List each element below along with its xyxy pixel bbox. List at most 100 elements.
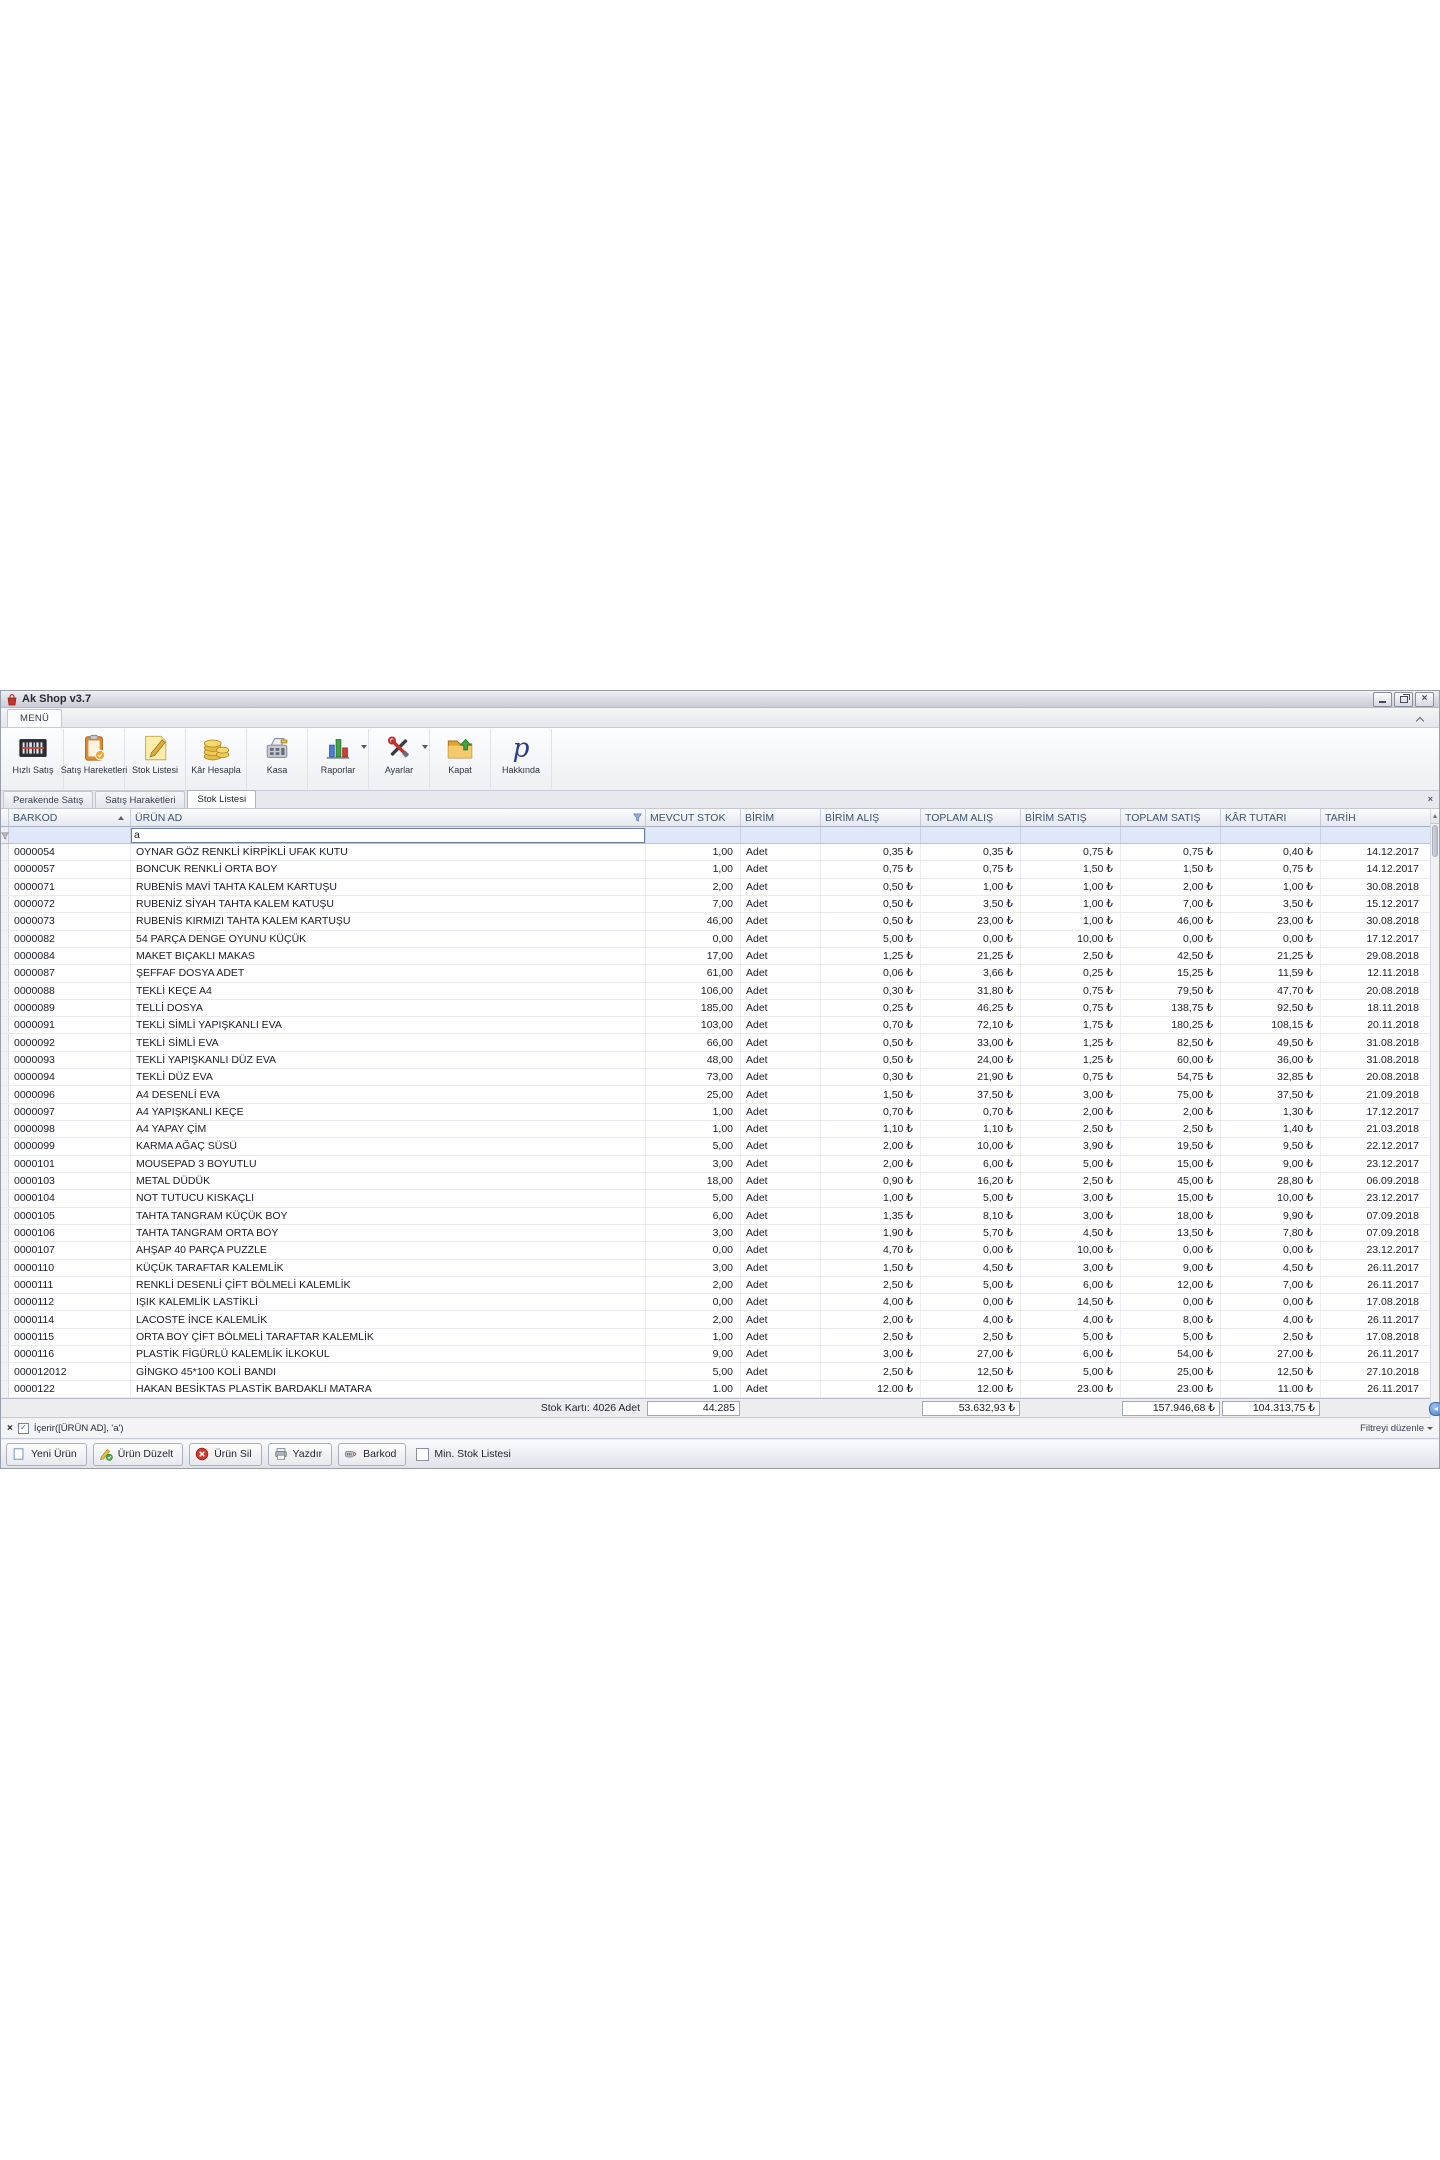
- table-row[interactable]: 0000111RENKLİ DESENLİ ÇİFT BÖLMELİ KALEM…: [1, 1277, 1439, 1294]
- yazdir-button[interactable]: Yazdır: [268, 1443, 333, 1466]
- cell-kar-tutari: 0,00 ₺: [1221, 1242, 1321, 1258]
- column-header-birim-alis[interactable]: BİRİM ALIŞ: [821, 809, 921, 826]
- menu-tab[interactable]: MENÜ: [7, 709, 62, 727]
- cell-mevcut-stok: 9,00: [646, 1346, 741, 1362]
- raporlar-button[interactable]: Raporlar: [308, 729, 369, 789]
- cell-urun-ad: MAKET BIÇAKLI MAKAS: [131, 948, 646, 964]
- table-row[interactable]: 000008254 PARÇA DENGE OYUNU KÜÇÜK0,00Ade…: [1, 931, 1439, 948]
- table-row[interactable]: 0000093TEKLİ YAPIŞKANLI DÜZ EVA48,00Adet…: [1, 1052, 1439, 1069]
- kar-hesapla-button[interactable]: Kâr Hesapla: [186, 729, 247, 789]
- table-row[interactable]: 0000094TEKLİ DÜZ EVA73,00Adet0,30 ₺21,90…: [1, 1069, 1439, 1086]
- table-row[interactable]: 0000096A4 DESENLİ EVA25,00Adet1,50 ₺37,5…: [1, 1086, 1439, 1103]
- table-row[interactable]: 0000073RUBENİS KIRMIZI TAHTA KALEM KARTU…: [1, 913, 1439, 930]
- table-row[interactable]: 0000098A4 YAPAY ÇİM1,00Adet1,10 ₺1,10 ₺2…: [1, 1121, 1439, 1138]
- filter-enabled-checkbox[interactable]: ✓: [18, 1423, 29, 1434]
- column-header-mevcut-stok[interactable]: MEVCUT STOK: [646, 809, 741, 826]
- table-row[interactable]: 0000107AHŞAP 40 PARÇA PUZZLE0,00Adet4,70…: [1, 1242, 1439, 1259]
- table-row[interactable]: 0000104NOT TUTUCU KISKAÇLI5,00Adet1,00 ₺…: [1, 1190, 1439, 1207]
- column-header-barkod[interactable]: BARKOD: [9, 809, 131, 826]
- column-header-toplam-satis[interactable]: TOPLAM SATIŞ: [1121, 809, 1221, 826]
- edit-filter-link[interactable]: Filtreyi düzenle: [1360, 1423, 1433, 1434]
- tab-satis-haraketleri[interactable]: Satış Haraketleri: [95, 791, 185, 808]
- kasa-button[interactable]: Kasa: [247, 729, 308, 789]
- table-row[interactable]: 0000106TAHTA TANGRAM ORTA BOY3,00Adet1,9…: [1, 1225, 1439, 1242]
- filter-cell-toplam-satis[interactable]: [1121, 827, 1221, 843]
- kapat-button[interactable]: Kapat: [430, 729, 491, 789]
- table-row[interactable]: 0000092TEKLİ SİMLİ EVA66,00Adet0,50 ₺33,…: [1, 1034, 1439, 1051]
- filter-cell-urun-ad[interactable]: [131, 827, 646, 843]
- table-row[interactable]: 0000072RUBENİZ SİYAH TAHTA KALEM KATUŞU7…: [1, 896, 1439, 913]
- restore-button[interactable]: [1394, 692, 1413, 707]
- yeni-urun-button[interactable]: Yeni Ürün: [6, 1443, 87, 1466]
- cell-birim-satis: 1,00 ₺: [1021, 913, 1121, 929]
- cell-kar-tutari: 10,00 ₺: [1221, 1190, 1321, 1206]
- minimize-button[interactable]: [1373, 692, 1392, 707]
- table-row[interactable]: 0000115ORTA BOY ÇİFT BÖLMELİ TARAFTAR KA…: [1, 1329, 1439, 1346]
- filter-cell-kar-tutari[interactable]: [1221, 827, 1321, 843]
- hakkinda-button[interactable]: pHakkında: [491, 729, 552, 789]
- table-row[interactable]: 0000054OYNAR GÖZ RENKLİ KİRPİKLİ UFAK KU…: [1, 844, 1439, 861]
- table-row[interactable]: 0000088TEKLİ KEÇE A4106,00Adet0,30 ₺31,8…: [1, 983, 1439, 1000]
- filter-funnel-icon[interactable]: [633, 813, 642, 822]
- table-row[interactable]: 0000114LACOSTE İNCE KALEMLİK2,00Adet2,00…: [1, 1311, 1439, 1328]
- summary-birim-satis: [1021, 1399, 1121, 1417]
- filter-cell-toplam-alis[interactable]: [921, 827, 1021, 843]
- filter-cell-tarih[interactable]: [1321, 827, 1432, 843]
- table-row[interactable]: 0000057BONCUK RENKLİ ORTA BOY1,00Adet0,7…: [1, 861, 1439, 878]
- cell-tarih: 23.12.2017: [1321, 1242, 1432, 1258]
- row-indicator: [1, 1017, 9, 1033]
- column-header-birim[interactable]: BİRİM: [741, 809, 821, 826]
- cell-birim: Adet: [741, 913, 821, 929]
- product-name-filter-input[interactable]: [131, 828, 645, 843]
- tab-perakende-satis[interactable]: Perakende Satış: [3, 791, 93, 808]
- cell-birim-satis: 3,90 ₺: [1021, 1138, 1121, 1154]
- table-row[interactable]: 0000097A4 YAPIŞKANLI KEÇE1,00Adet0,70 ₺0…: [1, 1104, 1439, 1121]
- table-row[interactable]: 0000112IŞIK KALEMLİK LASTİKLİ0,00Adet4,0…: [1, 1294, 1439, 1311]
- column-header-toplam-alis[interactable]: TOPLAM ALIŞ: [921, 809, 1021, 826]
- table-row[interactable]: 0000084MAKET BIÇAKLI MAKAS17,00Adet1,25 …: [1, 948, 1439, 965]
- ribbon-collapse-icon[interactable]: [1411, 712, 1429, 727]
- satis-hareketleri-button[interactable]: Satış Hareketleri: [64, 729, 125, 789]
- scrollbar-thumb[interactable]: [1432, 825, 1438, 857]
- table-row[interactable]: 0000122HAKAN BESİKTAS PLASTİK BARDAKLI M…: [1, 1381, 1439, 1398]
- stok-listesi-button[interactable]: Stok Listesi: [125, 729, 186, 789]
- table-row[interactable]: 0000071RUBENİS MAVİ TAHTA KALEM KARTUŞU2…: [1, 879, 1439, 896]
- tab-close-icon[interactable]: ×: [1428, 794, 1433, 804]
- cell-birim-alis: 1,00 ₺: [821, 1190, 921, 1206]
- column-header-kar-tutari[interactable]: KÂR TUTARI: [1221, 809, 1321, 826]
- table-row[interactable]: 0000103METAL DÜDÜK18,00Adet0,90 ₺16,20 ₺…: [1, 1173, 1439, 1190]
- table-row[interactable]: 0000089TELLİ DOSYA185,00Adet0,25 ₺46,25 …: [1, 1000, 1439, 1017]
- column-header-tarih[interactable]: TARİH: [1321, 809, 1432, 826]
- barkod-button[interactable]: Barkod: [338, 1443, 406, 1466]
- table-row[interactable]: 000012012GİNGKO 45*100 KOLİ BANDI5,00Ade…: [1, 1363, 1439, 1380]
- table-row[interactable]: 0000087ŞEFFAF DOSYA ADET61,00Adet0,06 ₺3…: [1, 965, 1439, 982]
- ayarlar-button[interactable]: Ayarlar: [369, 729, 430, 789]
- hizli-satis-button[interactable]: Hızlı Satış: [3, 729, 64, 789]
- tab-stok-listesi[interactable]: Stok Listesi: [187, 790, 256, 808]
- cell-barkod: 0000110: [9, 1260, 131, 1276]
- urun-duzelt-button[interactable]: Ürün Düzelt: [93, 1443, 183, 1466]
- filter-cell-mevcut-stok[interactable]: [646, 827, 741, 843]
- cell-birim-alis: 0,50 ₺: [821, 913, 921, 929]
- table-row[interactable]: 0000116PLASTİK FİGÜRLÜ KALEMLİK İLKOKUL9…: [1, 1346, 1439, 1363]
- column-header-birim-satis[interactable]: BİRİM SATIŞ: [1021, 809, 1121, 826]
- row-indicator: [1, 1138, 9, 1154]
- table-row[interactable]: 0000101MOUSEPAD 3 BOYUTLU3,00Adet2,00 ₺6…: [1, 1156, 1439, 1173]
- vertical-scrollbar[interactable]: [1430, 809, 1439, 1418]
- filter-cell-birim[interactable]: [741, 827, 821, 843]
- filter-cell-barkod[interactable]: [9, 827, 131, 843]
- scroll-nav-icon[interactable]: [1429, 1402, 1440, 1416]
- urun-sil-button[interactable]: Ürün Sil: [189, 1443, 261, 1466]
- column-header-urun-ad[interactable]: ÜRÜN AD: [131, 809, 646, 826]
- min-stock-list-checkbox[interactable]: Min. Stok Listesi: [416, 1448, 510, 1461]
- table-row[interactable]: 0000099KARMA AĞAÇ SÜSÜ5,00Adet2,00 ₺10,0…: [1, 1138, 1439, 1155]
- close-button[interactable]: ×: [1415, 692, 1434, 707]
- clear-filter-icon[interactable]: ×: [7, 1423, 13, 1434]
- scroll-up-icon[interactable]: [1431, 809, 1439, 824]
- filter-cell-birim-satis[interactable]: [1021, 827, 1121, 843]
- table-row[interactable]: 0000091TEKLİ SİMLİ YAPIŞKANLI EVA103,00A…: [1, 1017, 1439, 1034]
- filter-cell-birim-alis[interactable]: [821, 827, 921, 843]
- table-row[interactable]: 0000110KÜÇÜK TARAFTAR KALEMLİK3,00Adet1,…: [1, 1260, 1439, 1277]
- table-row[interactable]: 0000105TAHTA TANGRAM KÜÇÜK BOY6,00Adet1,…: [1, 1208, 1439, 1225]
- cell-birim-alis: 2,50 ₺: [821, 1277, 921, 1293]
